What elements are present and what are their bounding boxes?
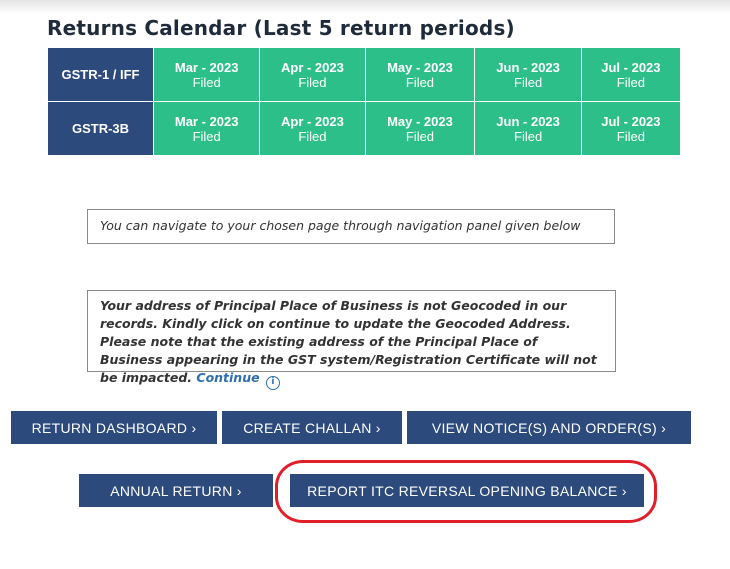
period-status: Filed (514, 74, 543, 90)
period-month: Jul - 2023 (601, 59, 661, 75)
period-month: Jun - 2023 (496, 113, 560, 129)
calendar-row-gstr1: GSTR-1 / IFF Mar - 2023 Filed Apr - 2023 F… (47, 47, 682, 102)
navigation-note: You can navigate to your chosen page thr… (87, 209, 615, 244)
calendar-row-gstr3b: GSTR-3B Mar - 2023 Filed Apr - 2023 Filed … (47, 101, 682, 156)
period-cell[interactable]: Jun - 2023 Filed (474, 101, 582, 156)
period-status: Filed (405, 128, 435, 144)
period-month: May - 2023 (387, 59, 453, 75)
period-cell[interactable]: May - 2023 Filed (364, 47, 476, 102)
geocode-notice-text: Your address of Principal Place of Busin… (100, 298, 597, 385)
period-cell[interactable]: Apr - 2023 Filed (259, 47, 366, 102)
period-month: Apr - 2023 (280, 59, 344, 75)
period-month: May - 2023 (387, 113, 453, 129)
period-cell[interactable]: Jun - 2023 Filed (474, 47, 582, 102)
period-status: Filed (192, 128, 221, 144)
period-cell[interactable]: Mar - 2023 Filed (152, 47, 261, 102)
geocode-notice: Your address of Principal Place of Busin… (87, 290, 616, 390)
top-shadow (0, 0, 730, 14)
period-month: Mar - 2023 (174, 113, 239, 129)
create-challan-button[interactable]: CREATE CHALLAN › (222, 411, 402, 444)
info-icon[interactable]: i (265, 376, 280, 390)
view-notices-orders-button[interactable]: VIEW NOTICE(S) AND ORDER(S) › (407, 411, 691, 444)
period-cell[interactable]: Apr - 2023 Filed (259, 101, 366, 156)
row-header-gstr3b: GSTR-3B (47, 101, 154, 156)
period-month: Mar - 2023 (174, 59, 239, 75)
period-month: Jul - 2023 (601, 113, 661, 129)
period-status: Filed (514, 128, 543, 144)
calendar-title: Returns Calendar (Last 5 return periods) (47, 16, 515, 40)
return-dashboard-button[interactable]: RETURN DASHBOARD › (11, 411, 217, 444)
red-highlight-circle (275, 460, 657, 523)
period-cell[interactable]: Jul - 2023 Filed (580, 47, 682, 102)
period-month: Jun - 2023 (496, 59, 560, 75)
period-status: Filed (405, 74, 435, 90)
period-status: Filed (298, 128, 327, 144)
returns-calendar-table: GSTR-1 / IFF Mar - 2023 Filed Apr - 2023 F… (47, 47, 682, 156)
annual-return-button[interactable]: ANNUAL RETURN › (79, 474, 273, 507)
period-cell[interactable]: Jul - 2023 Filed (580, 101, 682, 156)
period-month: Apr - 2023 (280, 113, 344, 129)
period-status: Filed (616, 128, 645, 144)
period-status: Filed (192, 74, 221, 90)
period-cell[interactable]: Mar - 2023 Filed (152, 101, 261, 156)
period-cell[interactable]: May - 2023 Filed (364, 101, 476, 156)
continue-link[interactable]: Continue (196, 370, 259, 385)
period-status: Filed (616, 74, 645, 90)
row-header-gstr1: GSTR-1 / IFF (47, 47, 154, 102)
period-status: Filed (298, 74, 327, 90)
